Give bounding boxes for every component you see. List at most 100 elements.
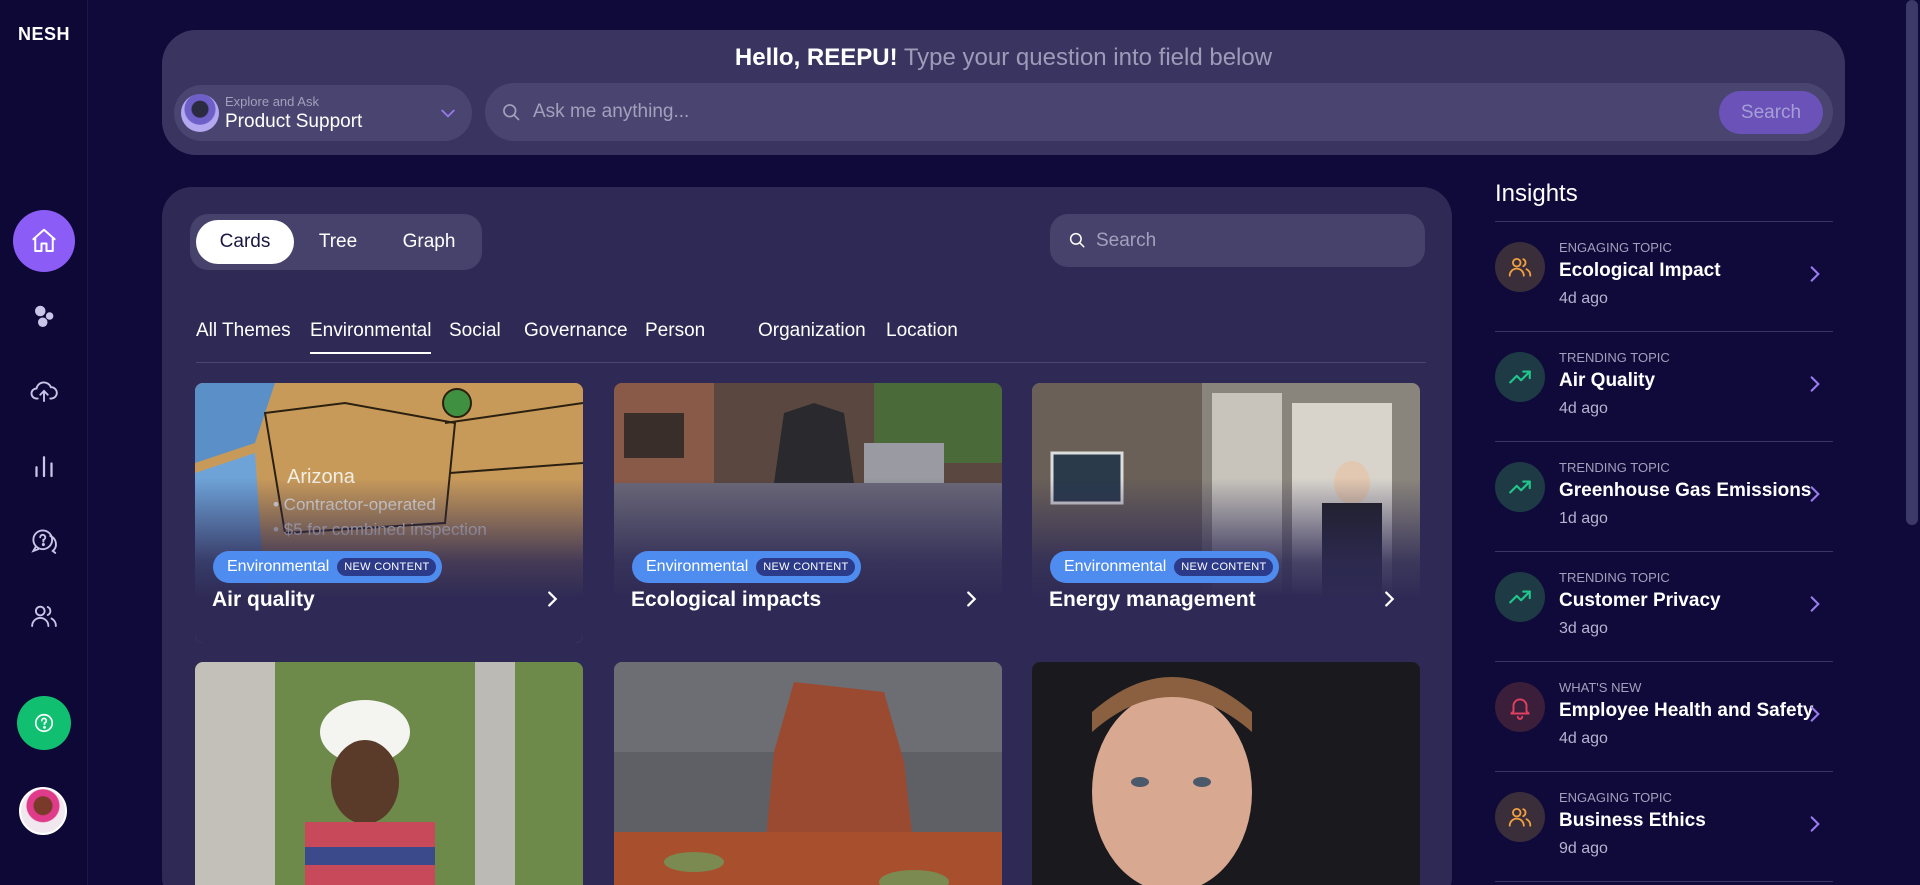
- card-image-ruins: [614, 662, 1002, 885]
- tab-all-themes[interactable]: All Themes: [196, 320, 291, 352]
- assistant-avatar: [181, 94, 219, 132]
- users-icon: [1508, 257, 1532, 277]
- tab-location[interactable]: Location: [886, 320, 958, 352]
- insight-time: 4d ago: [1559, 400, 1608, 417]
- chevron-right-icon: [1810, 596, 1820, 612]
- greeting: Hello, REEPU! Type your question into fi…: [162, 44, 1845, 72]
- question-chat-icon: [31, 529, 57, 554]
- ask-search-button[interactable]: Search: [1719, 91, 1823, 134]
- tab-organization[interactable]: Organization: [758, 320, 866, 352]
- topic-card[interactable]: [1032, 662, 1420, 885]
- chevron-right-icon: [1810, 486, 1820, 502]
- search-icon: [503, 104, 520, 121]
- sidebar-item-home[interactable]: [13, 210, 75, 272]
- insight-time: 4d ago: [1559, 290, 1608, 307]
- chevron-right-icon: [967, 591, 977, 607]
- insight-time: 3d ago: [1559, 620, 1608, 637]
- insight-name: Greenhouse Gas Emissions: [1559, 480, 1812, 501]
- new-content-badge: NEW CONTENT: [337, 558, 437, 576]
- chevron-right-icon: [1810, 816, 1820, 832]
- insight-icon-bg: [1495, 242, 1545, 292]
- insight-time: 9d ago: [1559, 840, 1608, 857]
- tab-social[interactable]: Social: [449, 320, 501, 352]
- cloud-upload-icon: [30, 381, 58, 402]
- view-cards[interactable]: Cards: [196, 220, 294, 264]
- insight-name: Ecological Impact: [1559, 260, 1721, 281]
- chevron-right-icon: [1810, 376, 1820, 392]
- insight-kind: TRENDING TOPIC: [1559, 350, 1670, 365]
- users-icon: [1508, 807, 1532, 827]
- view-tree[interactable]: Tree: [296, 220, 380, 264]
- topic-card[interactable]: [614, 662, 1002, 885]
- insight-item[interactable]: ENGAGING TOPIC Business Ethics 9d ago: [1495, 772, 1833, 882]
- insight-name: Customer Privacy: [1559, 590, 1721, 611]
- theme-tabs: All Themes Environmental Social Governan…: [196, 320, 1426, 363]
- user-avatar[interactable]: [19, 787, 67, 835]
- help-icon: [34, 713, 54, 733]
- help-button[interactable]: [17, 696, 71, 750]
- insight-item[interactable]: TRENDING TOPIC Customer Privacy 3d ago: [1495, 552, 1833, 662]
- bar-chart-icon: [35, 456, 53, 478]
- view-graph[interactable]: Graph: [382, 220, 476, 264]
- mode-value: Product Support: [225, 111, 363, 132]
- insight-icon-bg: [1495, 792, 1545, 842]
- insight-item[interactable]: TRENDING TOPIC Air Quality 4d ago: [1495, 332, 1833, 442]
- tab-person[interactable]: Person: [645, 320, 705, 352]
- insights-panel: Insights ENGAGING TOPIC Ecological Impac…: [1495, 180, 1833, 882]
- app-logo: NESH: [17, 24, 70, 44]
- panel-search-input[interactable]: [1096, 214, 1396, 267]
- sidebar-item-users[interactable]: [13, 585, 75, 647]
- card-title: Energy management: [1049, 588, 1256, 611]
- new-content-badge: NEW CONTENT: [756, 558, 856, 576]
- chevron-right-icon: [1810, 266, 1820, 282]
- tag-label: Environmental: [646, 558, 749, 575]
- mode-caption: Explore and Ask: [225, 94, 319, 109]
- ask-input[interactable]: [533, 83, 1683, 141]
- greeting-subtitle: Type your question into field below: [903, 44, 1273, 71]
- sidebar-item-upload[interactable]: [13, 360, 75, 422]
- insight-icon-bg: [1495, 352, 1545, 402]
- greeting-hello: Hello, REEPU!: [734, 44, 898, 71]
- insight-time: 4d ago: [1559, 730, 1608, 747]
- card-title: Ecological impacts: [631, 588, 822, 611]
- insight-kind: WHAT'S NEW: [1559, 680, 1642, 695]
- insight-time: 1d ago: [1559, 510, 1608, 527]
- insight-item[interactable]: TRENDING TOPIC Greenhouse Gas Emissions …: [1495, 442, 1833, 552]
- trending-up-icon: [1509, 480, 1531, 494]
- tag-label: Environmental: [227, 558, 330, 575]
- topic-card[interactable]: [195, 662, 583, 885]
- insight-kind: TRENDING TOPIC: [1559, 460, 1670, 475]
- topic-card[interactable]: Environmental NEW CONTENT Ecological impa…: [614, 383, 1002, 643]
- card-image-portrait: [1032, 662, 1420, 885]
- topic-card[interactable]: Arizona • Contractor-operated • $5 for c…: [195, 383, 583, 643]
- tab-environmental[interactable]: Environmental: [310, 320, 432, 354]
- sidebar-item-topics[interactable]: [13, 285, 75, 347]
- topic-card[interactable]: Environmental NEW CONTENT Energy manageme…: [1032, 383, 1420, 643]
- tab-governance[interactable]: Governance: [524, 320, 628, 352]
- bell-icon: [1510, 698, 1530, 720]
- card-tag: Environmental NEW CONTENT: [1050, 551, 1280, 583]
- insight-icon-bg: [1495, 572, 1545, 622]
- card-tag: Environmental NEW CONTENT: [213, 551, 443, 583]
- sidebar-item-analytics[interactable]: [13, 435, 75, 497]
- sidebar: NESH: [0, 0, 88, 885]
- insight-kind: TRENDING TOPIC: [1559, 570, 1670, 585]
- insight-item[interactable]: WHAT'S NEW Employee Health and Safety 4d…: [1495, 662, 1833, 772]
- users-icon: [31, 605, 57, 627]
- chevron-right-icon: [1385, 591, 1395, 607]
- insight-item[interactable]: ENGAGING TOPIC Ecological Impact 4d ago: [1495, 222, 1833, 332]
- card-image-worker: [195, 662, 583, 885]
- themes-panel: Cards Tree Graph All Themes Environmenta…: [162, 187, 1452, 885]
- sidebar-item-questions[interactable]: [13, 510, 75, 572]
- insight-kind: ENGAGING TOPIC: [1559, 790, 1672, 805]
- ask-bar: Search: [485, 83, 1833, 141]
- panel-search: [1050, 214, 1425, 267]
- page-scrollbar[interactable]: [1906, 0, 1918, 525]
- card-title: Air quality: [212, 588, 315, 611]
- home-icon: [32, 228, 56, 252]
- chevron-right-icon: [548, 591, 558, 607]
- bubbles-icon: [35, 305, 54, 327]
- insight-name: Business Ethics: [1559, 810, 1706, 831]
- insight-icon-bg: [1495, 462, 1545, 512]
- mode-dropdown[interactable]: Explore and Ask Product Support: [174, 85, 472, 141]
